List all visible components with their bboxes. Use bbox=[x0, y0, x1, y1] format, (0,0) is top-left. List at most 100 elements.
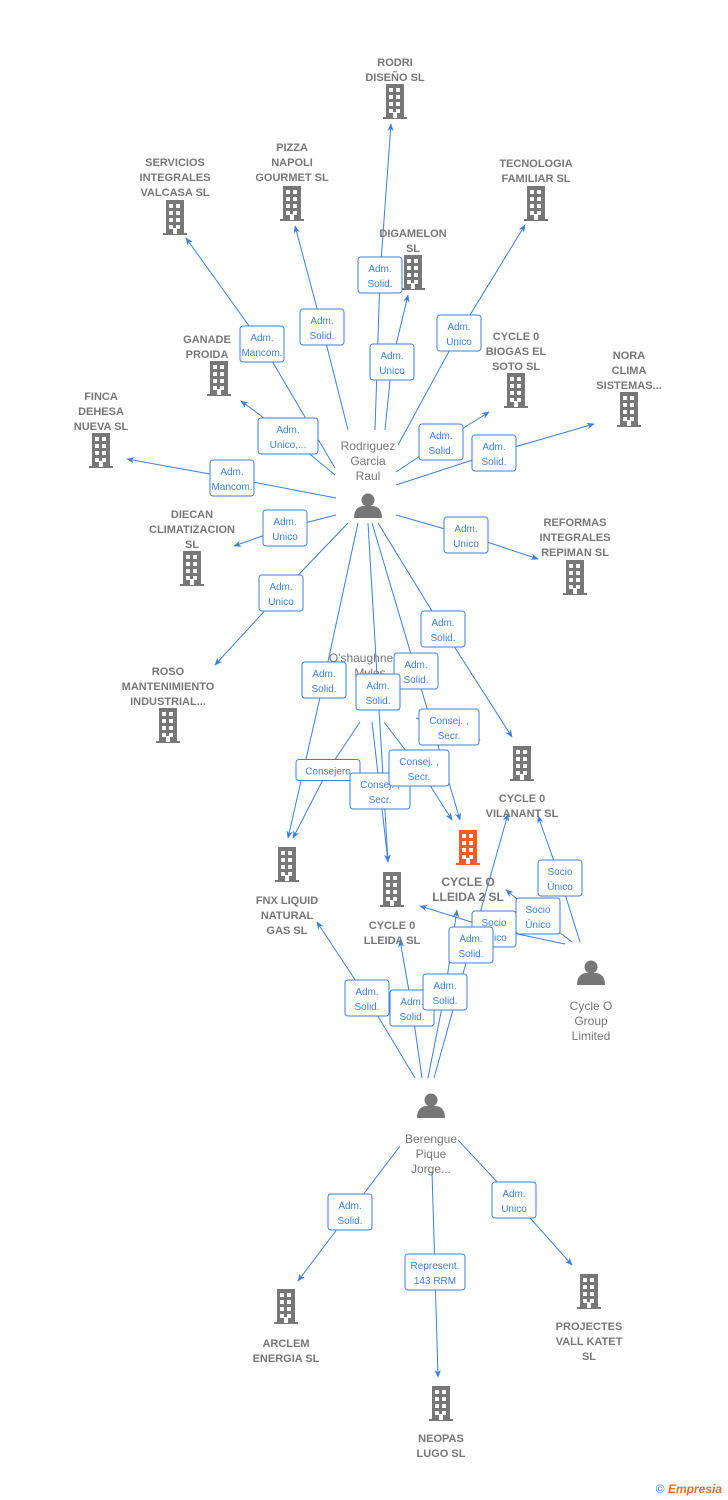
node-label: CYCLE 0 bbox=[369, 920, 415, 932]
company-node-servicios[interactable]: SERVICIOS INTEGRALES VALCASA SL bbox=[140, 157, 211, 235]
node-label: INDUSTRIAL... bbox=[130, 696, 206, 708]
relation-label-text: Consej. , bbox=[399, 757, 438, 768]
node-label: BIOGAS EL bbox=[486, 346, 547, 358]
relation-label[interactable]: Adm. Solid. bbox=[301, 661, 347, 699]
node-label: PROJECTES bbox=[556, 1321, 623, 1333]
copyright-symbol: © bbox=[655, 1482, 665, 1496]
node-label: INTEGRALES bbox=[540, 532, 611, 544]
company-node-nora[interactable]: NORA CLIMA SISTEMAS... bbox=[596, 350, 662, 427]
company-node-rodri[interactable]: RODRI DISEÑO SL bbox=[365, 57, 425, 119]
relation-label-text: Solid. bbox=[481, 457, 506, 468]
company-node-reformas[interactable]: REFORMAS INTEGRALES REPIMAN SL bbox=[540, 517, 611, 595]
relation-label[interactable]: Adm. Solid. bbox=[471, 434, 517, 472]
relation-label[interactable]: Socio Único bbox=[515, 897, 561, 935]
company-node-diecan[interactable]: DIECAN CLIMATIZACION SL bbox=[149, 509, 235, 586]
node-label: PROIDA bbox=[186, 349, 229, 361]
building-icon bbox=[429, 1386, 453, 1421]
relation-label-text: Unico bbox=[268, 597, 294, 608]
company-node-finca[interactable]: FINCA DEHESA NUEVA SL bbox=[74, 391, 129, 468]
node-label: INTEGRALES bbox=[140, 172, 211, 184]
relation-label[interactable]: Adm. Unico bbox=[262, 509, 308, 547]
node-label: ARCLEM bbox=[262, 1338, 309, 1350]
node-label: DEHESA bbox=[78, 406, 124, 418]
relation-label-text: Adm. bbox=[312, 669, 335, 680]
node-label: MANTENIMIENTO bbox=[122, 681, 215, 693]
relation-label-text: Solid. bbox=[432, 996, 457, 1007]
relation-label[interactable]: Adm. Solid. bbox=[420, 610, 466, 648]
company-node-biogas[interactable]: CYCLE 0 BIOGAS EL SOTO SL bbox=[486, 331, 547, 408]
relation-label[interactable]: Adm. Unico bbox=[491, 1181, 537, 1219]
person-icon bbox=[354, 493, 382, 518]
relation-label[interactable]: Represent. 143 RRM bbox=[404, 1253, 466, 1291]
relation-label[interactable]: Adm. Solid. bbox=[448, 926, 494, 964]
relation-label[interactable]: Adm. Solid. bbox=[418, 423, 464, 461]
relation-label-text: Solid. bbox=[354, 1002, 379, 1013]
node-label: FNX LIQUID bbox=[256, 895, 318, 907]
node-label: PIZZA bbox=[276, 142, 308, 154]
relation-label-text: Solid. bbox=[430, 633, 455, 644]
node-label: NUEVA SL bbox=[74, 421, 129, 433]
footer-brand: © Empresia bbox=[656, 1482, 722, 1496]
relation-label-text: Solid. bbox=[367, 279, 392, 290]
node-label: RODRI bbox=[377, 57, 412, 69]
relation-label-text: Adm. bbox=[310, 316, 333, 327]
building-icon bbox=[383, 84, 407, 119]
relation-label[interactable]: Adm. Mancom. bbox=[239, 325, 285, 363]
relation-label-text: Adm. bbox=[220, 467, 243, 478]
relation-label[interactable]: Consej. , Secr. bbox=[388, 749, 450, 787]
node-label: DIECAN bbox=[171, 509, 213, 521]
node-label: SL bbox=[185, 539, 199, 551]
company-node-pizza[interactable]: PIZZA NAPOLI GOURMET SL bbox=[255, 142, 329, 221]
node-label: DISEÑO SL bbox=[365, 71, 425, 84]
company-node-neopas[interactable]: NEOPAS LUGO SL bbox=[417, 1386, 466, 1460]
company-node-arclem[interactable]: ARCLEM ENERGIA SL bbox=[253, 1289, 320, 1365]
node-label: Berengue bbox=[405, 1132, 457, 1146]
relation-label[interactable]: Adm. Unico bbox=[369, 343, 415, 381]
company-node-ganade[interactable]: GANADE PROIDA bbox=[183, 334, 231, 396]
relation-label-text: Mancom. bbox=[241, 348, 282, 359]
node-label: SOTO SL bbox=[492, 361, 540, 373]
building-icon bbox=[577, 1274, 601, 1309]
relation-label[interactable]: Socio Único bbox=[537, 859, 583, 897]
relation-label[interactable]: Adm. Solid. bbox=[355, 673, 401, 711]
node-label: TECNOLOGIA bbox=[499, 158, 572, 170]
company-node-lleida[interactable]: CYCLE 0 LLEIDA SL bbox=[364, 872, 421, 947]
node-label: Rodriguez bbox=[341, 439, 396, 453]
person-node-berengue[interactable]: BerenguePiqueJorge... bbox=[405, 1093, 457, 1177]
relation-label[interactable]: Adm. Solid. bbox=[422, 973, 468, 1011]
relation-label-text: Adm. bbox=[380, 351, 403, 362]
building-icon bbox=[504, 373, 528, 408]
relation-label-text: Solid. bbox=[428, 446, 453, 457]
relation-label[interactable]: Adm. Unico bbox=[258, 574, 304, 612]
company-node-roso[interactable]: ROSO MANTENIMIENTO INDUSTRIAL... bbox=[122, 666, 215, 743]
node-label: LUGO SL bbox=[417, 1448, 466, 1460]
relation-label[interactable]: Consej. , Secr. bbox=[418, 708, 480, 746]
relation-label[interactable]: Adm. Solid. bbox=[357, 256, 403, 294]
person-node-cyclegroup[interactable]: Cycle OGroupLimited bbox=[570, 960, 613, 1044]
node-label: VALL KATET bbox=[556, 1336, 623, 1348]
relation-label-text: Adm. bbox=[368, 264, 391, 275]
relation-label-text: Adm. bbox=[447, 322, 470, 333]
company-node-tecnologia[interactable]: TECNOLOGIA FAMILIAR SL bbox=[499, 158, 573, 221]
relation-label[interactable]: Adm. Unico,... bbox=[257, 417, 319, 455]
node-label: Group bbox=[574, 1014, 608, 1028]
relation-label[interactable]: Adm. Solid. bbox=[393, 652, 439, 690]
relation-label[interactable]: Adm. Unico bbox=[443, 516, 489, 554]
node-label: Pique bbox=[416, 1147, 447, 1161]
relation-label-text: Unico bbox=[501, 1204, 527, 1215]
relation-label[interactable]: Adm. Solid. bbox=[299, 308, 345, 346]
building-icon bbox=[510, 746, 534, 781]
person-node-rodriguez[interactable]: RodriguezGarciaRaul bbox=[341, 439, 396, 518]
brand-logo: Empresia bbox=[667, 1482, 722, 1496]
node-label: GANADE bbox=[183, 334, 231, 346]
relation-label[interactable]: Adm. Solid. bbox=[327, 1193, 373, 1231]
company-node-vilanant[interactable]: CYCLE 0 VILANANT SL bbox=[486, 746, 559, 820]
relation-label[interactable]: Adm. Unico bbox=[436, 314, 482, 352]
company-node-projectes[interactable]: PROJECTES VALL KATET SL bbox=[556, 1274, 623, 1363]
company-node-fnx[interactable]: FNX LIQUID NATURAL GAS SL bbox=[256, 847, 318, 937]
building-icon bbox=[563, 560, 587, 595]
node-label: CLIMATIZACION bbox=[149, 524, 235, 536]
relation-label[interactable]: Adm. Mancom. bbox=[209, 459, 255, 497]
relation-label-text: Mancom. bbox=[211, 482, 252, 493]
relation-label[interactable]: Adm. Solid. bbox=[344, 979, 390, 1017]
